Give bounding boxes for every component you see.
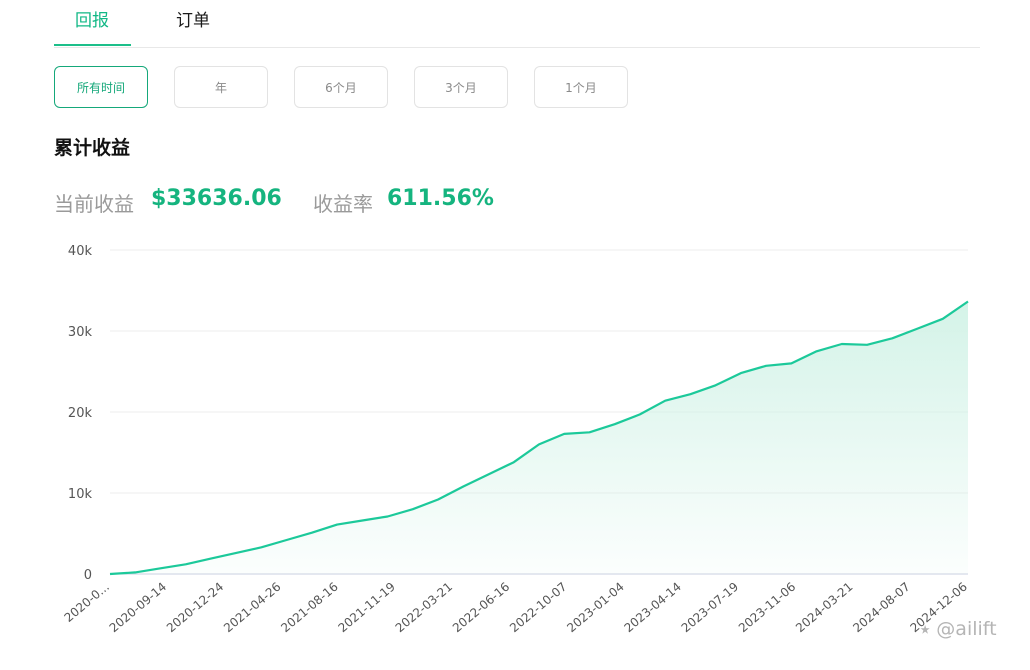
x-tick-label: 2020-09-14: [107, 580, 169, 636]
return-rate-value: 611.56%: [387, 186, 494, 211]
x-tick-label: 2020-0...: [62, 580, 112, 625]
tab-orders[interactable]: 订单: [176, 6, 210, 31]
x-tick-label: 2023-07-19: [679, 580, 741, 636]
current-return-label: 当前收益: [54, 192, 134, 216]
cumulative-return-chart: 0 10k 20k 30k 40k 2020-0...2020-09-142020-12-…: [62, 244, 970, 636]
x-tick-label: 2023-04-14: [621, 580, 683, 636]
x-tick-label: 2021-11-19: [335, 580, 397, 636]
section-title: 累计收益: [54, 137, 131, 159]
range-1-month-button[interactable]: 1个月: [534, 66, 628, 108]
tab-returns[interactable]: 回报: [75, 6, 109, 31]
active-tab-indicator: [54, 44, 131, 46]
x-tick-label: 2020-12-24: [164, 580, 226, 636]
return-rate-label: 收益率: [313, 192, 373, 216]
series-area: [110, 301, 968, 574]
x-tick-label: 2022-03-21: [393, 580, 455, 636]
x-tick-label: 2022-06-16: [450, 580, 512, 636]
range-6-months-button[interactable]: 6个月: [294, 66, 388, 108]
x-tick-label: 2022-10-07: [507, 580, 569, 636]
x-tick-label: 2023-01-04: [564, 580, 626, 636]
x-tick-label: 2024-08-07: [850, 580, 912, 636]
range-all-time-button[interactable]: 所有时间: [54, 66, 148, 108]
y-tick-label: 40k: [68, 244, 93, 259]
y-tick-label: 0: [84, 568, 92, 583]
range-year-button[interactable]: 年: [174, 66, 268, 108]
x-tick-label: 2023-11-06: [736, 580, 798, 636]
watermark: ⭑ @ailift: [920, 618, 997, 640]
range-3-months-button[interactable]: 3个月: [414, 66, 508, 108]
current-return-value: $33636.06: [151, 186, 282, 211]
x-tick-label: 2021-04-26: [221, 580, 283, 636]
y-tick-label: 30k: [68, 325, 93, 340]
y-tick-label: 20k: [68, 406, 93, 421]
tab-bar: 回报 订单: [54, 0, 980, 48]
y-tick-label: 10k: [68, 487, 93, 502]
x-tick-label: 2021-08-16: [278, 580, 340, 636]
x-tick-label: 2024-03-21: [793, 580, 855, 636]
